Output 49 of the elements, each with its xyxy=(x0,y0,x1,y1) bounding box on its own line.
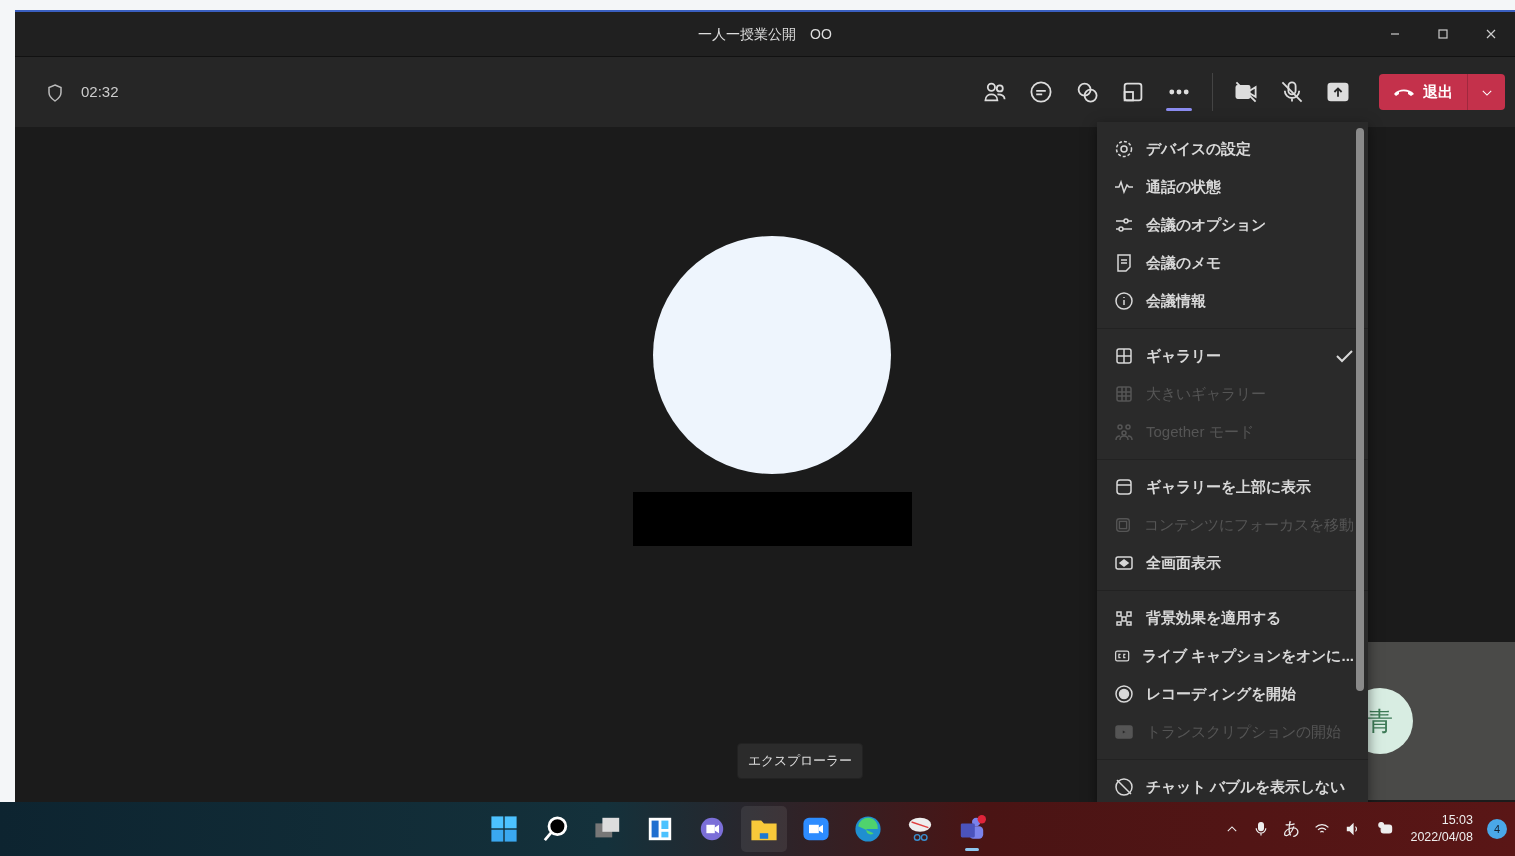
fullscreen-icon xyxy=(1114,553,1134,573)
menu-item[interactable]: 通話の状態 xyxy=(1097,168,1368,206)
call-timer: 02:32 xyxy=(81,81,119,102)
menu-item[interactable]: ギャラリー xyxy=(1097,337,1368,375)
chat-icon xyxy=(1029,80,1053,104)
window-title: 一人一授業公開 OO xyxy=(698,24,832,44)
browser-icon xyxy=(853,815,882,843)
menu-item[interactable]: チャット バブルを表示しない xyxy=(1097,768,1368,804)
more-icon xyxy=(1169,89,1189,95)
menu-item[interactable]: ギャラリーを上部に表示 xyxy=(1097,468,1368,506)
menu-item[interactable]: 会議のメモ xyxy=(1097,244,1368,282)
search-icon xyxy=(541,815,570,843)
notification-badge[interactable]: 4 xyxy=(1487,819,1507,839)
share-icon xyxy=(1326,80,1350,104)
menu-item[interactable]: 会議情報 xyxy=(1097,282,1368,320)
participant-avatar: 青 xyxy=(1368,688,1413,754)
shield-icon xyxy=(45,82,65,103)
menu-item[interactable]: 全画面表示 xyxy=(1097,544,1368,582)
frame-icon xyxy=(1114,515,1132,535)
window-icon xyxy=(1121,80,1145,104)
record-icon xyxy=(1114,684,1134,704)
play-icon xyxy=(1114,722,1134,742)
camera-off-icon xyxy=(1234,80,1258,104)
clock-time: 15:03 xyxy=(1440,811,1473,829)
menu-item[interactable]: 会議のオプション xyxy=(1097,206,1368,244)
panel-icon xyxy=(1114,477,1134,497)
people-icon xyxy=(983,80,1007,104)
clock-date: 2022/04/08 xyxy=(1410,829,1473,846)
chat-off-icon xyxy=(1114,777,1134,797)
people-icon xyxy=(1114,422,1134,442)
info-icon xyxy=(1114,291,1134,311)
taskbar-app[interactable] xyxy=(740,806,787,852)
tooltip: エクスプローラー xyxy=(737,743,863,779)
grid-icon xyxy=(1114,384,1134,404)
menu-item[interactable]: ライブ キャプションをオンに... xyxy=(1097,637,1368,675)
settings-icon xyxy=(1114,139,1134,159)
menu-item[interactable]: レコーディングを開始 xyxy=(1097,675,1368,713)
note-icon xyxy=(1114,253,1134,273)
ime-indicator[interactable]: あ xyxy=(1283,816,1301,842)
mic-off-icon xyxy=(1280,80,1304,104)
menu-item[interactable]: デバイスの設定 xyxy=(1097,130,1368,168)
leave-button[interactable]: 退出 xyxy=(1379,74,1467,110)
sliders-icon xyxy=(1114,215,1134,235)
camera-icon xyxy=(801,815,830,843)
grid-icon xyxy=(1114,346,1134,366)
maximize-icon[interactable] xyxy=(1435,26,1451,42)
effects-icon xyxy=(1114,608,1134,628)
start-icon xyxy=(489,815,518,843)
menu-item[interactable]: 背景効果を適用する xyxy=(1097,599,1368,637)
